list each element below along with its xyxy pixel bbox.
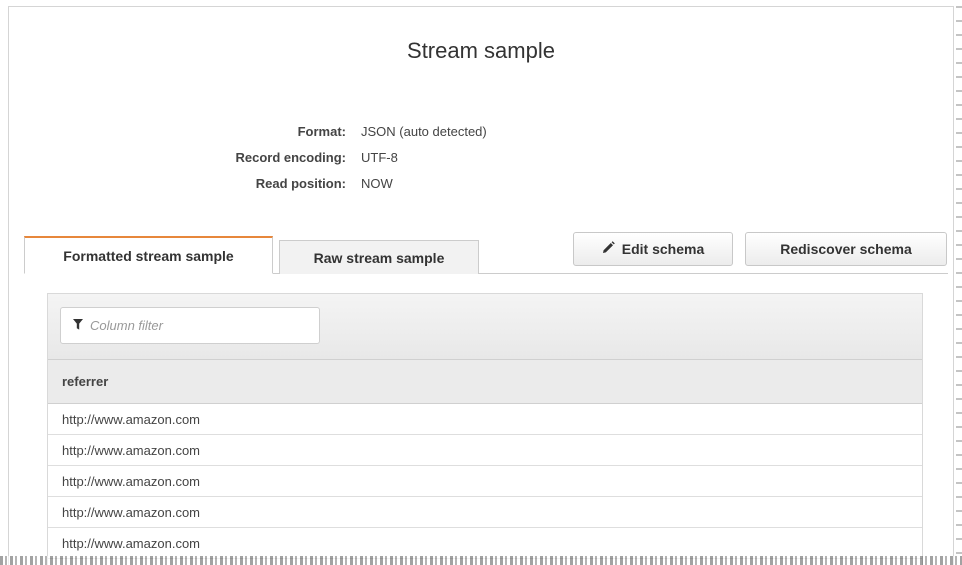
edit-schema-button[interactable]: Edit schema <box>573 232 733 266</box>
pencil-icon <box>602 241 615 257</box>
column-filter-placeholder: Column filter <box>90 318 163 333</box>
table-row: http://www.amazon.com <box>48 404 922 435</box>
meta-row-format: Format: JSON (auto detected) <box>0 120 962 146</box>
table-row: http://www.amazon.com <box>48 528 922 559</box>
meta-value: JSON (auto detected) <box>361 124 487 139</box>
meta-value: NOW <box>361 176 393 191</box>
tab-formatted-stream-sample[interactable]: Formatted stream sample <box>24 236 273 274</box>
edit-schema-label: Edit schema <box>621 241 705 257</box>
filter-bar: Column filter <box>48 294 922 360</box>
data-table-panel: Column filter referrer http://www.amazon… <box>47 293 923 565</box>
meta-label: Format: <box>297 124 346 139</box>
rediscover-schema-button[interactable]: Rediscover schema <box>745 232 947 266</box>
meta-row-read-position: Read position: NOW <box>0 172 962 198</box>
right-edge-artifact <box>956 0 962 565</box>
table-row: http://www.amazon.com <box>48 435 922 466</box>
tab-raw-stream-sample[interactable]: Raw stream sample <box>279 240 479 274</box>
bottom-edge-artifact <box>0 556 962 565</box>
table-row: http://www.amazon.com <box>48 497 922 528</box>
meta-value: UTF-8 <box>361 150 398 165</box>
meta-label: Record encoding: <box>235 150 346 165</box>
page-title: Stream sample <box>407 38 555 63</box>
column-filter-input[interactable]: Column filter <box>60 307 320 344</box>
filter-icon <box>73 318 83 333</box>
stream-metadata: Format: JSON (auto detected) Record enco… <box>0 120 962 198</box>
meta-row-record-encoding: Record encoding: UTF-8 <box>0 146 962 172</box>
table-row: http://www.amazon.com <box>48 466 922 497</box>
meta-label: Read position: <box>255 176 346 191</box>
column-header-referrer[interactable]: referrer <box>48 360 922 404</box>
table-body: http://www.amazon.com http://www.amazon.… <box>48 404 922 559</box>
